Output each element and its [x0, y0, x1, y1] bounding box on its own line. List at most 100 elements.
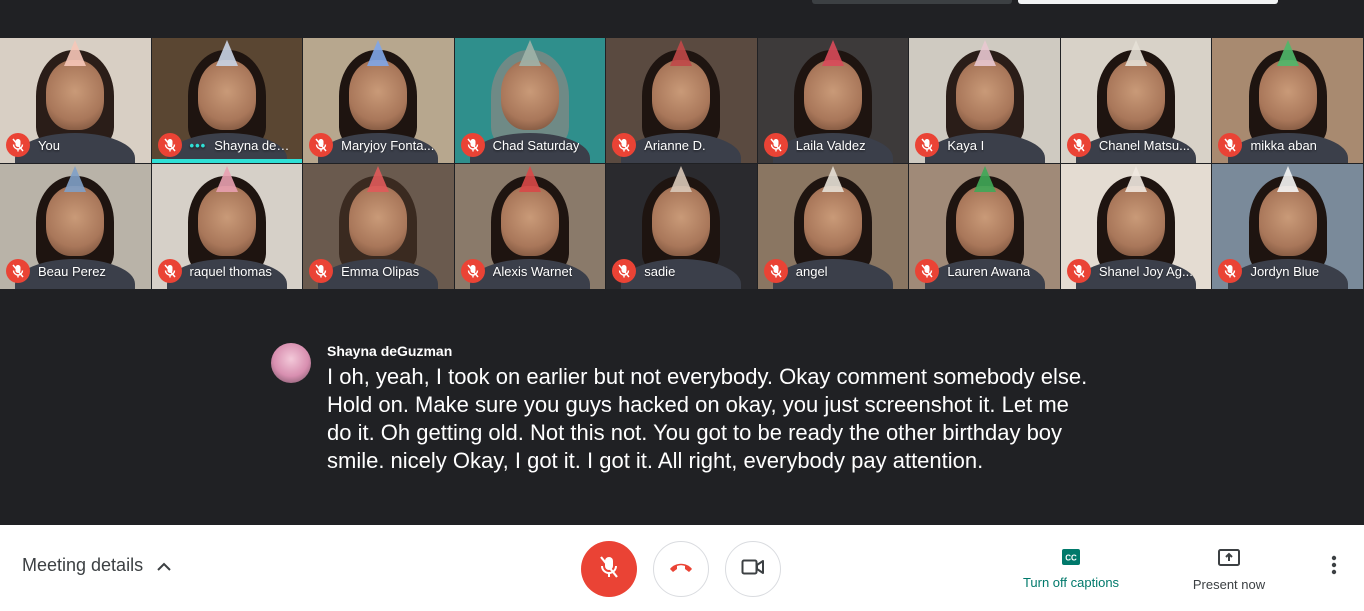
participant-label: sadie: [612, 259, 675, 283]
hangup-icon: [668, 560, 694, 578]
present-label: Present now: [1192, 577, 1266, 592]
speaker-avatar: [271, 343, 311, 383]
participant-tile[interactable]: Arianne D.: [606, 38, 758, 164]
party-hat: [1276, 40, 1299, 66]
participant-name: Chad Saturday: [492, 137, 580, 153]
participant-name: Chanel Matsu...: [1098, 137, 1190, 153]
bottom-control-bar: Meeting details CC Turn off captions Pre…: [0, 525, 1364, 611]
mic-off-icon: [157, 133, 182, 157]
participant-tile[interactable]: Alexis Warnet: [454, 164, 607, 290]
top-indicator-light: [1018, 0, 1278, 4]
party-hat: [973, 40, 996, 66]
participant-tile[interactable]: angel: [757, 164, 910, 290]
meeting-details-button[interactable]: Meeting details: [22, 555, 171, 576]
participant-face: [46, 60, 105, 130]
mic-off-icon: [763, 259, 788, 283]
participant-name: Jordyn Blue: [1250, 263, 1320, 279]
caption-text: I oh, yeah, I took on earlier but not ev…: [327, 364, 1088, 473]
mic-off-icon: [309, 133, 334, 157]
participant-label: Lauren Awana: [915, 259, 1030, 283]
participant-tile[interactable]: Emma Olipas: [303, 164, 455, 290]
party-hat: [1125, 166, 1148, 192]
mic-off-icon: [1066, 133, 1091, 157]
participant-tile[interactable]: Lauren Awana: [909, 164, 1061, 290]
participant-name: Emma Olipas: [341, 263, 420, 279]
mic-off-icon: [1218, 133, 1243, 157]
participant-face: [955, 60, 1014, 130]
party-hat: [64, 40, 87, 66]
participant-name: raquel thomas: [189, 263, 272, 279]
camera-toggle-button[interactable]: [725, 541, 781, 597]
participant-name: Shayna deGuz...: [214, 137, 297, 153]
microphone-toggle-button[interactable]: [581, 541, 637, 597]
mic-off-icon: [1218, 259, 1243, 283]
participant-name: Arianne D.: [644, 137, 706, 153]
participant-name: Beau Perez: [38, 263, 106, 279]
participant-label: Alexis Warnet: [460, 259, 573, 283]
participant-label: Arianne D.: [612, 133, 706, 157]
participant-tile[interactable]: Kaya I: [909, 38, 1061, 164]
participant-label: ••• Shayna deGuz...: [157, 133, 298, 157]
participant-label: Kaya I: [915, 133, 984, 157]
participant-tile[interactable]: Chad Saturday: [454, 38, 607, 164]
party-hat: [367, 166, 390, 192]
participant-name: Lauren Awana: [947, 263, 1031, 279]
more-vert-icon: [1331, 555, 1337, 580]
leave-call-button[interactable]: [653, 541, 709, 597]
participant-tile[interactable]: Maryjoy Fonta...: [303, 38, 455, 164]
participant-face: [349, 186, 408, 256]
participant-name: Maryjoy Fonta...: [341, 137, 435, 153]
party-hat: [215, 166, 238, 192]
top-strip: [0, 0, 1364, 38]
participant-tile[interactable]: Chanel Matsu...: [1060, 38, 1213, 164]
videocam-icon: [741, 558, 765, 581]
participant-label: You: [6, 133, 60, 157]
participant-label: mikka aban: [1218, 133, 1317, 157]
speaking-indicator-icon: •••: [189, 137, 207, 153]
participant-face: [1107, 60, 1166, 130]
present-now-button[interactable]: Present now: [1178, 549, 1280, 592]
mic-off-icon: [309, 259, 334, 283]
party-hat: [822, 40, 845, 66]
participant-tile[interactable]: Beau Perez: [0, 164, 152, 290]
closed-caption-icon: CC: [1062, 549, 1080, 568]
party-hat: [1125, 40, 1148, 66]
participant-face: [197, 186, 256, 256]
participant-name: angel: [795, 263, 828, 279]
participant-face: [652, 186, 711, 256]
participant-tile[interactable]: Shanel Joy Ag...: [1060, 164, 1213, 290]
participant-tile[interactable]: You: [0, 38, 152, 164]
mic-off-icon: [6, 133, 30, 157]
mic-off-icon: [460, 259, 485, 283]
participant-face: [1107, 186, 1166, 256]
participant-face: [955, 186, 1014, 256]
turn-off-captions-button[interactable]: CC Turn off captions: [1010, 549, 1132, 590]
party-hat: [518, 166, 541, 192]
participant-label: raquel thomas: [157, 259, 272, 283]
participant-tile[interactable]: ••• Shayna deGuz...: [151, 38, 304, 164]
mic-off-icon: [6, 259, 30, 283]
party-hat: [822, 166, 845, 192]
present-screen-icon: [1218, 549, 1240, 570]
mic-off-icon: [915, 259, 940, 283]
participant-name: Alexis Warnet: [492, 263, 573, 279]
participant-label: angel: [763, 259, 828, 283]
more-options-button[interactable]: [1320, 553, 1348, 581]
participant-face: [46, 186, 105, 256]
participant-tile[interactable]: sadie: [606, 164, 758, 290]
participant-name: You: [38, 137, 60, 153]
party-hat: [64, 166, 87, 192]
participant-grid: You ••• Shayna deGuz... Maryjoy Fonta... Cha…: [0, 38, 1364, 290]
svg-text:CC: CC: [1065, 554, 1077, 563]
participant-tile[interactable]: mikka aban: [1212, 38, 1364, 164]
participant-name: Kaya I: [947, 137, 985, 153]
participant-label: Jordyn Blue: [1218, 259, 1319, 283]
participant-tile[interactable]: Laila Valdez: [757, 38, 910, 164]
participant-label: Chanel Matsu...: [1066, 133, 1190, 157]
active-speaker-bar: [151, 159, 303, 163]
captions-label: Turn off captions: [1022, 575, 1120, 590]
participant-tile[interactable]: raquel thomas: [151, 164, 304, 290]
participant-tile[interactable]: Jordyn Blue: [1212, 164, 1364, 290]
participant-label: Laila Valdez: [763, 133, 866, 157]
participant-name: Laila Valdez: [795, 137, 866, 153]
